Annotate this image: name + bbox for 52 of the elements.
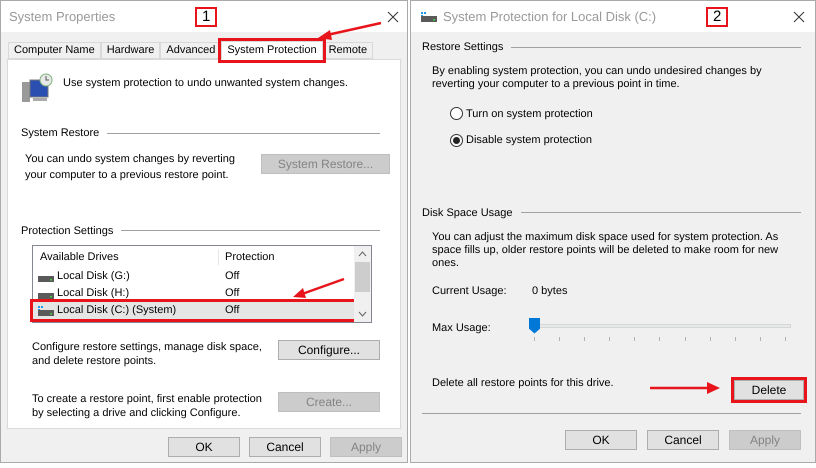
group-heading: Protection Settings [21,224,114,238]
description-text: Delete all restore points for this drive. [432,376,614,390]
annotation-arrow [318,22,382,40]
computer-icon [21,72,53,104]
dialog-button[interactable]: OK [168,437,240,457]
system-drive-icon [421,12,437,22]
dialog-button[interactable]: Cancel [647,430,719,450]
window-title: System Properties [9,8,116,26]
max-usage-slider[interactable] [529,318,791,344]
description-text: You can undo system changes by reverting your computer to a previous restore point. [25,152,236,182]
column-header[interactable]: Protection [219,248,275,266]
slider-thumb[interactable] [529,318,540,334]
column-header[interactable]: Available Drives [33,248,219,266]
window-title: System Protection for Local Disk (C:) [443,8,656,26]
annotation-arrow [293,278,344,298]
field-label: Max Usage: [432,320,492,336]
description-text: By enabling system protection, you can undo undesired changes by reverting your computer to a previous point in time. [432,64,763,90]
group-heading: Disk Space Usage [422,206,512,220]
close-icon[interactable] [387,10,399,22]
group-heading: System Restore [21,126,100,141]
tab[interactable]: System Protection [221,41,323,60]
tab[interactable]: Computer Name [8,42,101,59]
radio-button[interactable] [450,107,463,120]
radio-label[interactable]: Turn on system protection [466,106,593,122]
drive-name: Local Disk (C:) (System) [57,303,176,318]
dialog-button[interactable]: Cancel [249,437,321,457]
field-label: Current Usage: [432,284,508,299]
tab[interactable]: Hardware [100,42,160,59]
protection-status: Off [224,286,240,302]
drive-name: Local Disk (G:) [57,269,130,284]
step-number-label: 2 [706,7,728,27]
system-drive-icon [38,306,54,316]
group-heading: Restore Settings [422,40,504,55]
description-text: Configure restore settings, manage disk space, and delete restore points. [32,340,263,368]
radio-button[interactable] [450,134,463,147]
drive-row[interactable]: Local Disk (H:) Off [33,285,354,302]
dialog-button[interactable]: OK [565,430,637,450]
drive-row[interactable]: Local Disk (C:) (System) Off [33,302,354,319]
drive-name: Local Disk (H:) [57,286,130,302]
annotation-arrow [650,382,720,394]
description-text: You can adjust the maximum disk space used for system protection. As space fills up, older restore points will be deleted to make room for new ones. [432,231,780,270]
scrollbar[interactable] [354,246,371,322]
protection-status: Off [224,269,240,284]
drive-row[interactable]: Local Disk (G:) Off [33,268,354,285]
dialog-button[interactable]: Configure... [278,340,380,360]
close-icon[interactable] [793,10,805,22]
step-number-label: 1 [195,7,218,27]
description-text: To create a restore point, first enable protection by selecting a drive and clicking Configure. [32,392,263,420]
protection-status: Off [224,303,240,318]
usage-value: 0 bytes [532,284,568,299]
intro-text: Use system protection to undo unwanted system changes. [63,76,348,91]
radio-label[interactable]: Disable system protection [466,132,592,148]
